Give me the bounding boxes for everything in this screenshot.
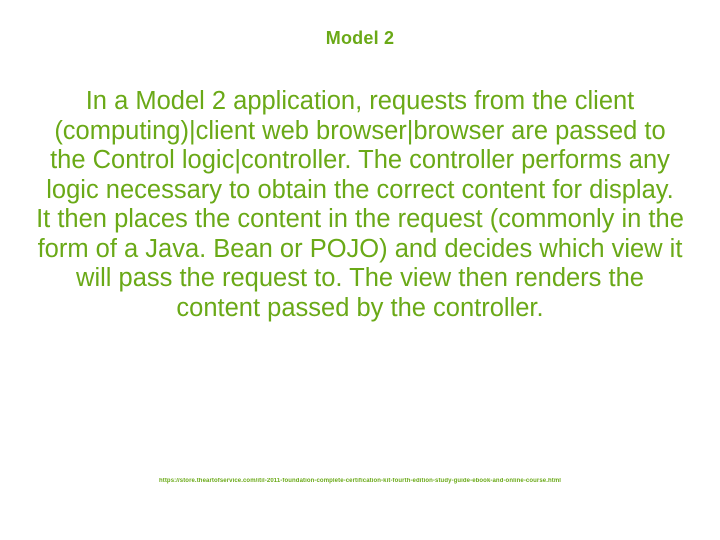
slide-container: Model 2 In a Model 2 application, reques… — [0, 0, 720, 540]
slide-body-text: In a Model 2 application, requests from … — [34, 87, 686, 324]
slide-title: Model 2 — [34, 28, 686, 49]
footer-source-url: https://store.theartofservice.com/itil-2… — [0, 478, 720, 484]
